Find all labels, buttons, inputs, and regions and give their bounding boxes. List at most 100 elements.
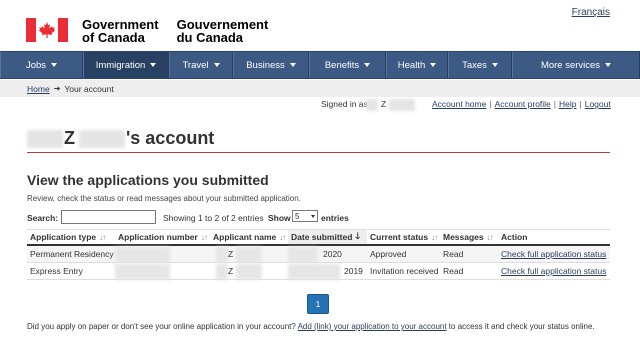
- column-header-application-number[interactable]: Application number ↓↑: [115, 230, 210, 244]
- pagination-page-button[interactable]: 1: [307, 294, 329, 314]
- redacted-name-block: [216, 264, 228, 280]
- gov-name-en: Government of Canada: [82, 18, 159, 44]
- page-title-suffix: 's account: [126, 128, 215, 148]
- menu-item-benefits[interactable]: Benefits: [309, 52, 386, 78]
- help-link[interactable]: Help: [559, 99, 576, 109]
- cell-application-number: [115, 246, 210, 263]
- applications-table: Application type ↓↑ Application number ↓↑ …: [27, 229, 610, 280]
- table-header-row: Application type ↓↑ Application number ↓↑ …: [27, 229, 610, 246]
- entries-info: Showing 1 to 2 of 2 entries: [163, 213, 264, 223]
- account-home-link[interactable]: Account home: [432, 99, 486, 109]
- redacted-name-block: [389, 99, 415, 111]
- entries-per-page-value: 5: [295, 211, 300, 221]
- page-title-initial: Z: [64, 128, 75, 148]
- language-toggle-link[interactable]: Français: [572, 7, 610, 18]
- menu-item-health[interactable]: Health: [386, 52, 448, 78]
- redacted-name-block: [366, 99, 378, 111]
- cell-application-type: Express Entry: [30, 266, 83, 276]
- menu-item-label: Health: [397, 59, 426, 71]
- cell-current-status: Invitation received: [370, 266, 439, 276]
- column-header-current-status[interactable]: Current status ↓↑: [367, 230, 440, 244]
- redacted-name-block: [79, 130, 125, 148]
- menu-item-travel[interactable]: Travel: [169, 52, 233, 78]
- cell-application-type: Permanent Residency: [30, 249, 114, 259]
- sort-descending-icon: 🡓: [355, 231, 361, 241]
- redacted-date-block: [288, 264, 340, 280]
- menu-item-taxes[interactable]: Taxes: [448, 52, 512, 78]
- chevron-down-icon: [605, 63, 612, 67]
- column-header-label: Messages: [443, 232, 484, 242]
- applicant-initial: Z: [228, 249, 234, 259]
- breadcrumb-home-link[interactable]: Home: [27, 84, 50, 94]
- table-row: Express Entry Z 2019 Invitation received…: [27, 263, 610, 280]
- column-header-label: Application type: [30, 232, 97, 242]
- cell-applicant-name: Z: [210, 263, 288, 280]
- breadcrumb-current: Your account: [64, 83, 114, 94]
- menu-item-immigration[interactable]: Immigration: [83, 52, 169, 78]
- cell-date-submitted: 2019: [288, 263, 367, 280]
- chevron-down-icon: [491, 63, 498, 67]
- menu-item-business[interactable]: Business: [233, 52, 309, 78]
- column-header-messages[interactable]: Messages ↓↑: [440, 230, 498, 244]
- check-status-link[interactable]: Check full application status: [501, 249, 606, 259]
- footer-note: Did you apply on paper or don't see your…: [27, 322, 595, 331]
- breadcrumb: Home ➜ Your account: [0, 80, 640, 97]
- menu-item-jobs[interactable]: Jobs: [0, 52, 83, 78]
- chevron-down-icon: [311, 214, 315, 218]
- redacted-name-block: [236, 264, 262, 280]
- column-header-application-type[interactable]: Application type ↓↑: [27, 230, 115, 244]
- date-year: 2019: [344, 266, 363, 276]
- column-header-applicant-name[interactable]: Applicant name ↓↑: [210, 230, 288, 244]
- menu-item-label: Travel: [182, 59, 209, 71]
- menu-item-more-services[interactable]: More services: [512, 52, 640, 78]
- search-input[interactable]: [61, 210, 156, 224]
- government-signature[interactable]: Government of Canada Gouvernement du Can…: [26, 18, 268, 44]
- entries-per-page-select[interactable]: 5: [292, 210, 318, 222]
- main-menu: Jobs Immigration Travel Business Benefit…: [0, 51, 640, 79]
- section-title: View the applications you submitted: [27, 172, 269, 188]
- column-header-label: Date submitted: [291, 232, 353, 242]
- applicant-initial: Z: [228, 266, 234, 276]
- add-application-link[interactable]: Add (link) your application to your acco…: [298, 322, 447, 331]
- account-links: Account home | Account profile | Help | …: [432, 99, 611, 109]
- chevron-down-icon: [150, 63, 157, 67]
- user-bar: Signed in as Z Account home | Account pr…: [0, 99, 640, 112]
- chevron-down-icon: [430, 63, 437, 67]
- search-label: Search:: [27, 213, 59, 223]
- chevron-down-icon: [289, 63, 296, 67]
- cell-application-number: [115, 263, 210, 280]
- cell-messages: Read: [443, 266, 464, 276]
- gov-name-fr: Gouvernement du Canada: [177, 18, 269, 44]
- cell-date-submitted: 2020: [288, 246, 367, 263]
- chevron-down-icon: [213, 63, 220, 67]
- sort-icon: ↓↑: [486, 232, 494, 242]
- column-header-label: Action: [501, 232, 528, 242]
- canada-flag-icon: [26, 18, 68, 42]
- logout-link[interactable]: Logout: [585, 99, 611, 109]
- sort-icon: ↓↑: [279, 232, 286, 242]
- menu-item-label: Immigration: [95, 59, 146, 71]
- check-status-link[interactable]: Check full application status: [501, 266, 606, 276]
- signed-in-label: Signed in as: [321, 99, 368, 109]
- page-title: Z 's account: [27, 126, 610, 153]
- redacted-number-block: [115, 264, 170, 280]
- cell-current-status: Approved: [370, 249, 407, 259]
- account-profile-link[interactable]: Account profile: [495, 99, 551, 109]
- column-header-date-submitted[interactable]: Date submitted 🡓: [288, 230, 367, 244]
- footer-note-suffix: to access it and check your status onlin…: [448, 322, 595, 331]
- column-header-label: Current status: [370, 232, 429, 242]
- cell-applicant-name: Z: [210, 246, 288, 263]
- column-header-label: Applicant name: [213, 232, 277, 242]
- redacted-date-block: [288, 247, 318, 263]
- table-row: Permanent Residency Z 2020 Approved Read…: [27, 246, 610, 263]
- sort-icon: ↓↑: [431, 232, 438, 242]
- cell-action: Check full application status: [498, 246, 610, 262]
- link-separator: |: [489, 99, 492, 109]
- link-separator: |: [579, 99, 582, 109]
- menu-item-label: Benefits: [324, 59, 360, 71]
- cell-messages: Read: [443, 249, 464, 259]
- redacted-number-block: [115, 247, 170, 263]
- gov-name-fr-line2: du Canada: [176, 30, 244, 45]
- date-year: 2020: [323, 249, 342, 259]
- sort-icon: ↓↑: [99, 232, 106, 242]
